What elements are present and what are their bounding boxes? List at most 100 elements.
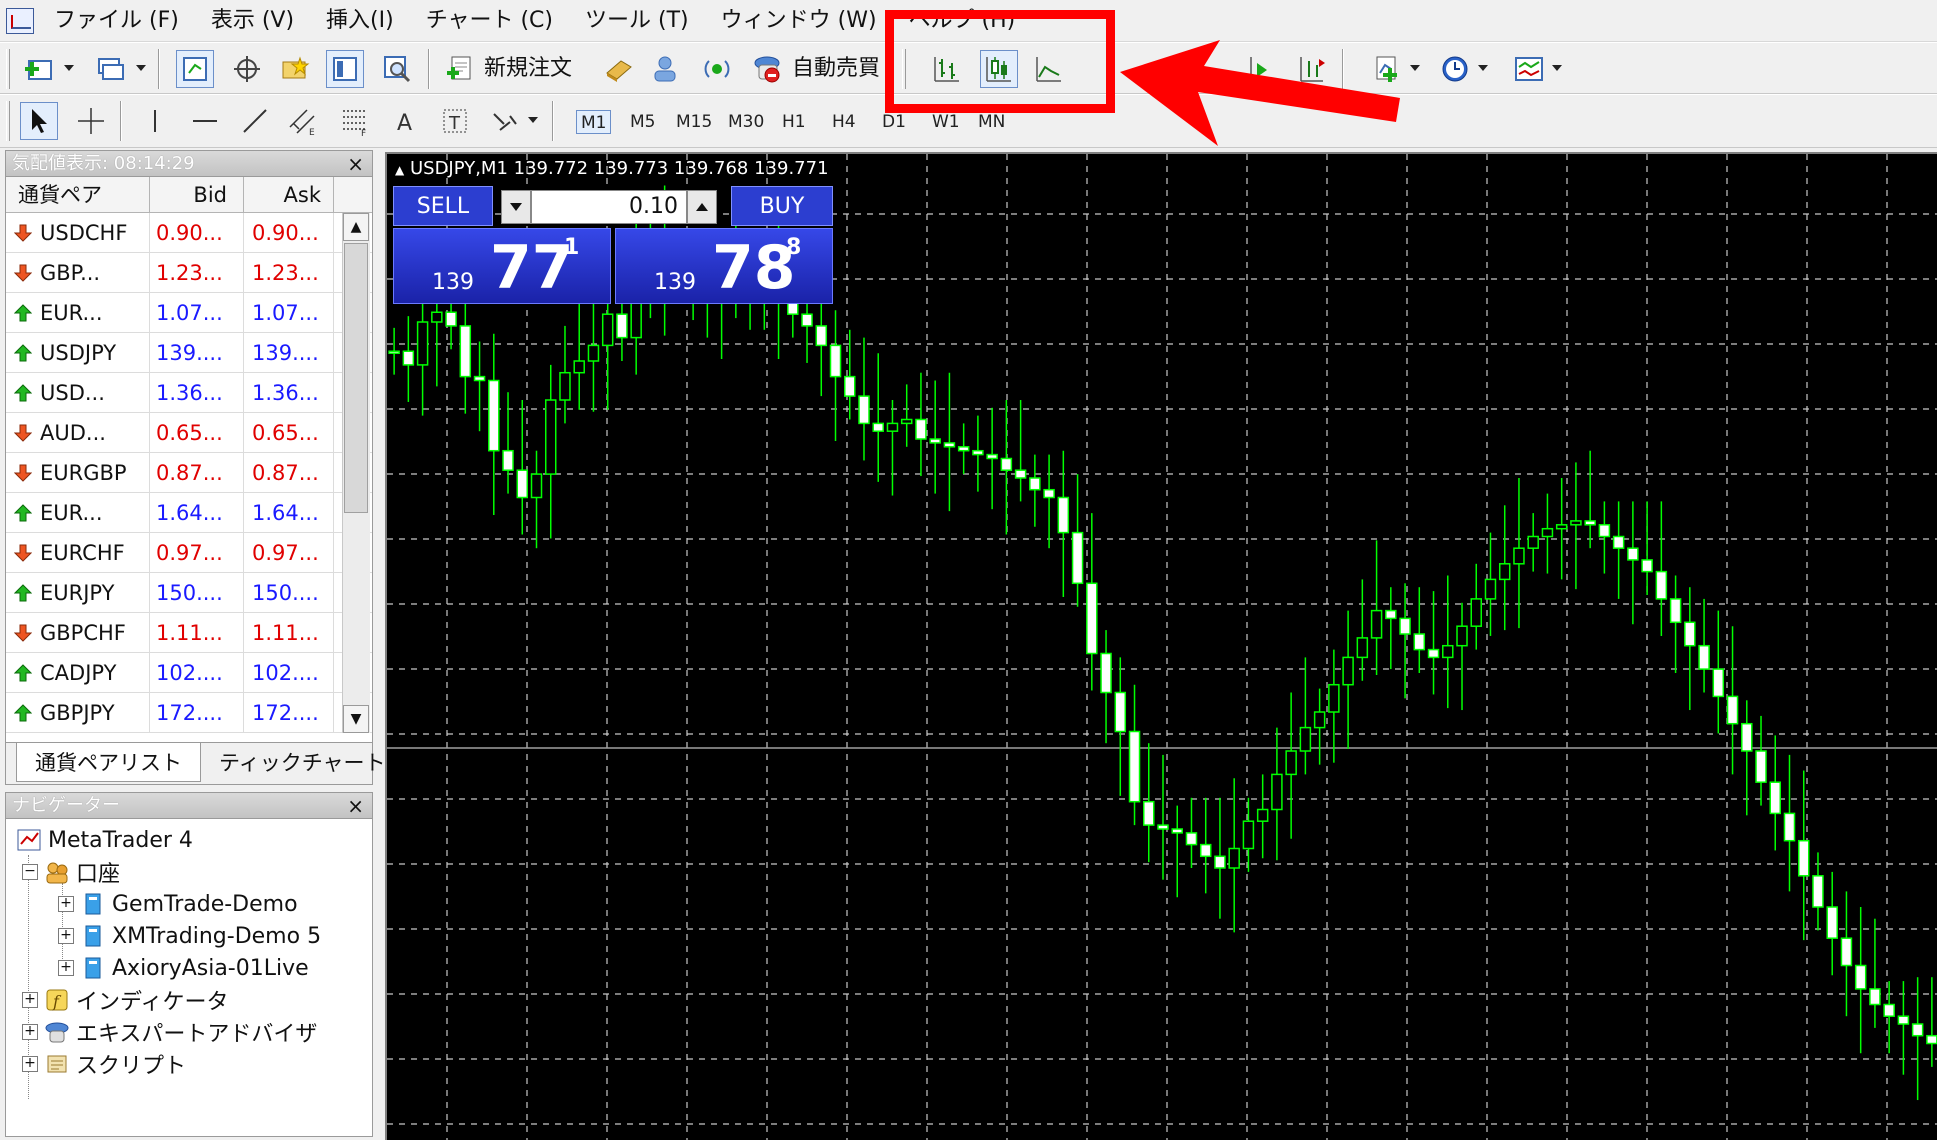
menu-charts[interactable]: チャート (C): [412, 0, 571, 42]
table-row[interactable]: USD... 1.36... 1.36...: [6, 373, 372, 413]
timeframe-d1[interactable]: D1: [882, 110, 906, 134]
sell-button[interactable]: SELL: [393, 186, 493, 226]
buy-button[interactable]: BUY: [731, 186, 833, 226]
table-row[interactable]: EUR... 1.64... 1.64...: [6, 493, 372, 533]
chart-shift-button[interactable]: [1242, 50, 1280, 88]
new-order-icon-button[interactable]: [442, 50, 480, 88]
table-row[interactable]: EURJPY 150.... 150....: [6, 573, 372, 613]
table-row[interactable]: EURCHF 0.97... 0.97...: [6, 533, 372, 573]
chart-window[interactable]: ▲ USDJPY,M1 139.772 139.773 139.768 139.…: [385, 152, 1937, 1140]
expand-icon[interactable]: +: [58, 960, 74, 976]
market-watch-scrollbar[interactable]: ▲ ▼: [342, 213, 370, 733]
expand-icon[interactable]: +: [58, 928, 74, 944]
templates-dropdown-icon[interactable]: [1552, 65, 1562, 71]
close-icon[interactable]: ×: [347, 793, 364, 819]
collapse-triangle-icon[interactable]: ▲: [395, 163, 404, 177]
nav-account-3[interactable]: + AxioryAsia-01Live: [58, 953, 309, 983]
close-icon[interactable]: ×: [347, 151, 364, 177]
signals-button[interactable]: [648, 50, 686, 88]
nav-indicators[interactable]: + f インディケータ: [22, 985, 228, 1015]
timeframe-mn[interactable]: MN: [978, 110, 1005, 134]
toolbar-grip[interactable]: [6, 101, 10, 141]
arrows-dropdown-icon[interactable]: [528, 117, 538, 123]
nav-account-1[interactable]: + GemTrade-Demo: [58, 889, 298, 919]
expand-icon[interactable]: +: [58, 896, 74, 912]
toolbar-grip[interactable]: [6, 49, 10, 89]
buy-price-button[interactable]: 139 78 8: [615, 228, 833, 304]
expand-icon[interactable]: +: [22, 992, 38, 1008]
auto-trading-button[interactable]: 自動売買: [792, 53, 880, 85]
collapse-icon[interactable]: −: [22, 864, 38, 880]
auto-trading-icon-button[interactable]: [748, 50, 786, 88]
lot-size-input[interactable]: 0.10: [531, 190, 687, 224]
templates-button[interactable]: [1510, 50, 1548, 88]
line-chart-button[interactable]: [1030, 50, 1068, 88]
new-chart-dropdown-icon[interactable]: [64, 65, 74, 71]
timeframe-h4[interactable]: H4: [832, 110, 856, 134]
expand-icon[interactable]: +: [22, 1056, 38, 1072]
expand-icon[interactable]: +: [22, 1024, 38, 1040]
tab-symbols[interactable]: 通貨ペアリスト: [16, 743, 201, 782]
table-row[interactable]: EURGBP 0.87... 0.87...: [6, 453, 372, 493]
data-window-button[interactable]: [228, 50, 266, 88]
indicators-button[interactable]: [1368, 50, 1406, 88]
text-label-button[interactable]: T: [436, 102, 474, 140]
timeframe-m5[interactable]: M5: [630, 110, 655, 134]
lot-decrease-button[interactable]: [501, 190, 531, 224]
auto-scroll-button[interactable]: [1292, 50, 1330, 88]
fibonacci-button[interactable]: F: [336, 102, 374, 140]
table-row[interactable]: EUR... 1.07... 1.07...: [6, 293, 372, 333]
table-row[interactable]: GBP... 1.23... 1.23...: [6, 253, 372, 293]
strategy-tester-button[interactable]: [378, 50, 416, 88]
candlestick-chart-button[interactable]: [980, 50, 1018, 88]
sell-price-button[interactable]: 139 77 1: [393, 228, 611, 304]
cursor-button[interactable]: [20, 102, 58, 140]
column-header-ask[interactable]: Ask: [244, 177, 334, 212]
navigator-button[interactable]: [276, 50, 314, 88]
bar-chart-button[interactable]: [928, 50, 966, 88]
terminal-button[interactable]: [326, 50, 364, 88]
column-header-bid[interactable]: Bid: [150, 177, 244, 212]
menu-insert[interactable]: 挿入(I): [312, 0, 412, 42]
scroll-up-icon[interactable]: ▲: [343, 213, 369, 241]
nav-accounts[interactable]: − 口座: [22, 857, 120, 887]
table-row[interactable]: GBPJPY 172.... 172....: [6, 693, 372, 733]
trendline-button[interactable]: [236, 102, 274, 140]
new-order-button[interactable]: 新規注文: [484, 53, 572, 85]
table-row[interactable]: AUD... 0.65... 0.65...: [6, 413, 372, 453]
scroll-down-icon[interactable]: ▼: [343, 705, 369, 733]
menu-file[interactable]: ファイル (F): [40, 0, 197, 42]
metaeditor-button[interactable]: [600, 50, 638, 88]
nav-account-2[interactable]: + XMTrading-Demo 5: [58, 921, 321, 951]
menu-tools[interactable]: ツール (T): [571, 0, 707, 42]
market-watch-button[interactable]: [176, 50, 214, 88]
table-row[interactable]: CADJPY 102.... 102....: [6, 653, 372, 693]
timeframe-m30[interactable]: M30: [728, 110, 764, 134]
arrows-button[interactable]: [486, 102, 524, 140]
indicators-dropdown-icon[interactable]: [1410, 65, 1420, 71]
timeframe-m15[interactable]: M15: [676, 110, 712, 134]
menu-window[interactable]: ウィンドウ (W): [707, 0, 895, 42]
timeframe-m1[interactable]: M1: [576, 110, 612, 134]
periods-dropdown-icon[interactable]: [1478, 65, 1488, 71]
profiles-button[interactable]: [92, 50, 130, 88]
tab-tick-chart[interactable]: ティックチャート: [201, 743, 404, 781]
horizontal-line-button[interactable]: [186, 102, 224, 140]
menu-help[interactable]: ヘルプ (H): [895, 0, 1034, 42]
periods-button[interactable]: [1436, 50, 1474, 88]
table-row[interactable]: USDJPY 139.... 139....: [6, 333, 372, 373]
timeframe-w1[interactable]: W1: [932, 110, 960, 134]
scroll-thumb[interactable]: [344, 243, 368, 513]
crosshair-button[interactable]: [72, 102, 110, 140]
equidistant-channel-button[interactable]: E: [284, 102, 322, 140]
table-row[interactable]: GBPCHF 1.11... 1.11...: [6, 613, 372, 653]
text-button[interactable]: A: [386, 102, 424, 140]
market-button[interactable]: [698, 50, 736, 88]
vertical-line-button[interactable]: [136, 102, 174, 140]
new-chart-button[interactable]: [20, 50, 58, 88]
timeframe-h1[interactable]: H1: [782, 110, 806, 134]
menu-view[interactable]: 表示 (V): [197, 0, 312, 42]
column-header-pair[interactable]: 通貨ペア: [6, 177, 150, 212]
nav-root[interactable]: MetaTrader 4: [16, 825, 193, 855]
lot-increase-button[interactable]: [687, 190, 717, 224]
